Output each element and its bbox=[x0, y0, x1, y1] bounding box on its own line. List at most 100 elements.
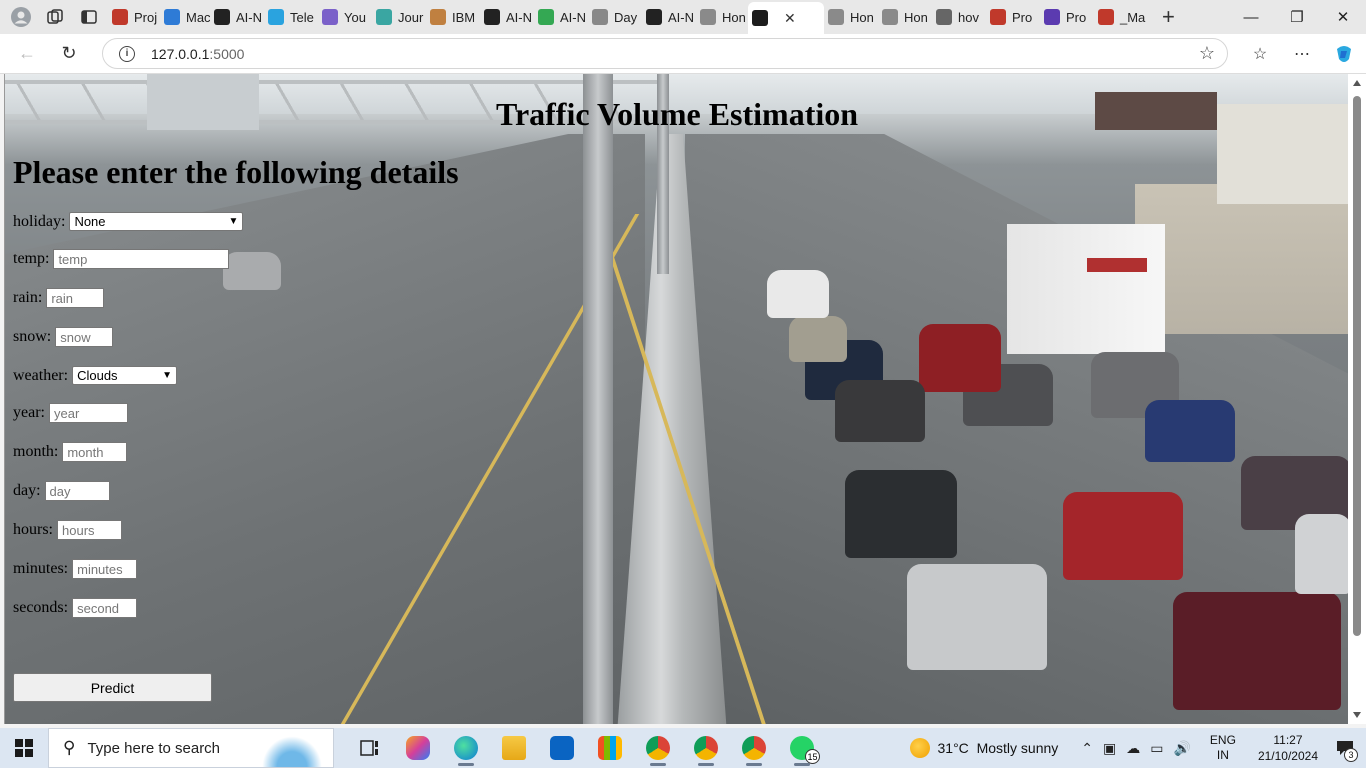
browser-tab[interactable]: AI-N bbox=[534, 3, 588, 31]
copilot-icon[interactable] bbox=[1330, 40, 1358, 68]
minutes-input[interactable] bbox=[72, 559, 138, 579]
form-heading: Please enter the following details bbox=[13, 154, 459, 190]
pdf-icon bbox=[112, 9, 128, 25]
browser-tab[interactable]: You bbox=[318, 3, 372, 31]
cloud-icon[interactable]: ☁ bbox=[1126, 740, 1140, 757]
page-viewport: Traffic Volume Estimation Please enter t… bbox=[4, 74, 1348, 724]
close-window-button[interactable]: ✕ bbox=[1320, 0, 1366, 34]
browser-tab[interactable]: Jour bbox=[372, 3, 426, 31]
seconds-input[interactable] bbox=[72, 598, 138, 618]
language-region: IN bbox=[1216, 748, 1229, 762]
file-explorer-icon[interactable] bbox=[490, 728, 538, 768]
scroll-down-arrow-icon[interactable] bbox=[1353, 712, 1361, 718]
back-button[interactable]: ← bbox=[12, 39, 42, 69]
tab-label: hov bbox=[958, 9, 979, 25]
pdf-icon bbox=[1098, 9, 1114, 25]
tab-icon bbox=[164, 9, 180, 25]
restore-button[interactable]: ❐ bbox=[1274, 0, 1320, 34]
browser-tab[interactable]: AI-N bbox=[210, 3, 264, 31]
chevron-up-icon[interactable]: ⌃ bbox=[1081, 740, 1093, 757]
telegram-icon bbox=[268, 9, 284, 25]
notification-button[interactable]: 3 bbox=[1330, 728, 1360, 768]
notification-count: 3 bbox=[1344, 748, 1358, 762]
temp-input[interactable] bbox=[53, 249, 230, 269]
tab-label: You bbox=[344, 9, 366, 25]
day-input[interactable] bbox=[44, 481, 110, 501]
seconds-label: seconds: bbox=[13, 599, 69, 616]
page-scrollbar[interactable] bbox=[1348, 74, 1366, 724]
snow-input[interactable] bbox=[55, 327, 114, 347]
scroll-up-arrow-icon[interactable] bbox=[1353, 80, 1361, 86]
browser-tab[interactable]: ✕ bbox=[748, 2, 824, 34]
weather-widget[interactable]: 31°C Mostly sunny bbox=[909, 738, 1059, 758]
browser-tab[interactable]: Hon bbox=[878, 3, 932, 31]
browser-tab[interactable]: Day bbox=[588, 3, 642, 31]
year-row: year: bbox=[13, 403, 128, 423]
favorite-star-icon[interactable]: ☆ bbox=[1199, 43, 1215, 64]
clock[interactable]: 11:27 21/10/2024 bbox=[1258, 732, 1318, 764]
browser-tab[interactable]: Pro bbox=[986, 3, 1040, 31]
weather-select[interactable]: Clouds ▼ bbox=[72, 366, 178, 385]
x-icon bbox=[376, 9, 392, 25]
whatsapp-icon[interactable]: 15 bbox=[778, 728, 826, 768]
volume-icon[interactable]: 🔊 bbox=[1173, 740, 1190, 757]
browser-tab[interactable]: IBM bbox=[426, 3, 480, 31]
start-button[interactable] bbox=[0, 728, 48, 768]
browser-tab[interactable]: Proj bbox=[108, 3, 160, 31]
task-view-icon[interactable] bbox=[346, 728, 394, 768]
scroll-thumb[interactable] bbox=[1353, 96, 1361, 636]
browser-tab[interactable]: Tele bbox=[264, 3, 318, 31]
workspaces-icon[interactable] bbox=[42, 4, 68, 30]
more-menu-icon[interactable]: ⋯ bbox=[1288, 40, 1316, 68]
site-info-icon[interactable]: i bbox=[119, 45, 135, 62]
taskbar: ⚲ Type here to search 15 31°C Mostly sun… bbox=[0, 728, 1366, 768]
browser-tab[interactable]: AI-N bbox=[642, 3, 696, 31]
edge-icon[interactable] bbox=[442, 728, 490, 768]
hours-row: hours: bbox=[13, 520, 122, 540]
tab-label: Proj bbox=[134, 9, 158, 25]
month-input[interactable] bbox=[62, 442, 128, 462]
rain-input[interactable] bbox=[46, 288, 105, 308]
chrome-profile-1-icon[interactable] bbox=[634, 728, 682, 768]
browser-tab[interactable]: Mach bbox=[160, 3, 210, 31]
reload-button[interactable]: ↻ bbox=[54, 39, 84, 69]
network-status-icon[interactable]: ▣ bbox=[1103, 740, 1116, 757]
browser-tab[interactable]: Hon bbox=[696, 3, 748, 31]
weather-text: Mostly sunny bbox=[976, 740, 1059, 756]
chevron-down-icon: ▼ bbox=[228, 216, 239, 227]
minutes-label: minutes: bbox=[13, 560, 69, 577]
battery-icon[interactable]: ▭ bbox=[1150, 740, 1163, 757]
toolbar-right: ☆ ⋯ bbox=[1246, 40, 1358, 68]
url-port: :5000 bbox=[209, 45, 245, 62]
chrome-profile-3-icon[interactable] bbox=[730, 728, 778, 768]
year-input[interactable] bbox=[48, 403, 128, 423]
browser-tab[interactable]: AI-N bbox=[480, 3, 534, 31]
holiday-select[interactable]: None ▼ bbox=[69, 212, 244, 231]
browser-tab[interactable]: Pro bbox=[1040, 3, 1094, 31]
chrome-profile-2-icon[interactable] bbox=[682, 728, 730, 768]
clock-date: 21/10/2024 bbox=[1257, 749, 1318, 763]
copilot-taskbar-icon[interactable] bbox=[394, 728, 442, 768]
predict-button[interactable]: Predict bbox=[13, 673, 212, 702]
minimize-button[interactable]: — bbox=[1228, 0, 1274, 34]
language-code: ENG bbox=[1209, 733, 1236, 747]
outlook-icon[interactable] bbox=[538, 728, 586, 768]
url-text[interactable]: 127.0.0.1:5000 bbox=[151, 46, 244, 62]
close-tab-icon[interactable]: ✕ bbox=[784, 10, 796, 27]
page-icon bbox=[828, 9, 844, 25]
taskbar-search[interactable]: ⚲ Type here to search bbox=[48, 728, 334, 768]
hours-input[interactable] bbox=[57, 520, 122, 540]
drive-icon bbox=[538, 9, 554, 25]
url-box[interactable]: i 127.0.0.1:5000 ☆ bbox=[102, 38, 1228, 69]
language-indicator[interactable]: ENG IN bbox=[1210, 733, 1236, 763]
browser-tab[interactable]: Hon bbox=[824, 3, 878, 31]
profile-icon[interactable] bbox=[8, 4, 34, 30]
tab-label: IBM bbox=[452, 9, 476, 25]
store-icon[interactable] bbox=[586, 728, 634, 768]
tab-actions-icon[interactable] bbox=[76, 4, 102, 30]
browser-tab[interactable]: hov bbox=[932, 3, 986, 31]
new-tab-button[interactable]: + bbox=[1162, 4, 1175, 30]
browser-tab[interactable]: _Ma bbox=[1094, 3, 1148, 31]
tab-strip-lead bbox=[0, 0, 102, 34]
favorites-icon[interactable]: ☆ bbox=[1246, 40, 1274, 68]
